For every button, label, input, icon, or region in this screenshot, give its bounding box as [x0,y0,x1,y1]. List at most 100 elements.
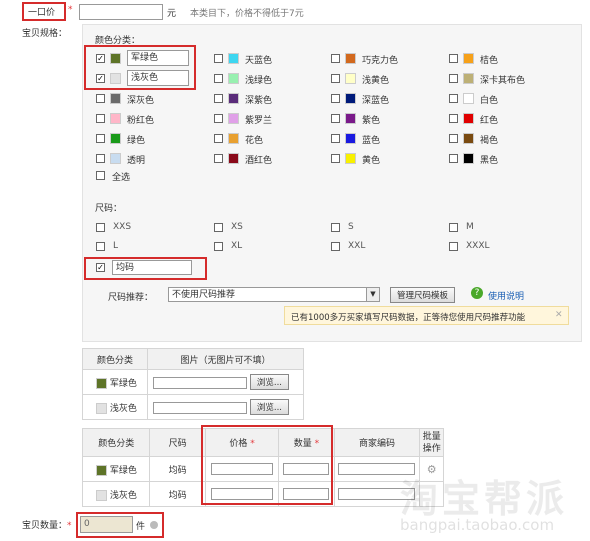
sku-header-merchant-code: 商家编码 [333,428,421,457]
sku-header-color: 颜色分类 [81,428,151,457]
select-all-checkbox[interactable] [96,171,105,180]
size-label: XXXL [466,241,490,251]
file-path-input[interactable] [153,401,247,414]
quantity-label: 宝贝数量：* [22,521,72,531]
color-checkbox[interactable] [96,114,105,123]
color-swatch [463,93,474,104]
sku-header-batch: 批量操作 [419,428,444,457]
chevron-down-icon[interactable]: ▼ [366,288,379,301]
color-label: 蓝色 [362,136,381,146]
color-swatch [345,53,356,64]
color-checkbox[interactable] [214,74,223,83]
color-checkbox[interactable] [449,134,458,143]
color-label: 粉红色 [127,116,155,126]
size-recommend-label: 尺码推荐： [108,293,154,303]
color-checkbox[interactable] [449,94,458,103]
color-checkbox[interactable] [331,54,340,63]
color-checkbox[interactable] [331,134,340,143]
color-label: 透明 [127,156,146,166]
color-checkbox[interactable] [214,114,223,123]
color-swatch [345,73,356,84]
price-unit: 元 [167,9,177,19]
price-quantity-highlight [201,425,333,505]
size-recommend-value: 不使用尺码推荐 [172,290,236,300]
size-checkbox[interactable] [96,242,105,251]
one-size-checkbox[interactable]: ✓ [96,263,105,272]
color-swatch [110,93,121,104]
color-checkbox[interactable] [449,114,458,123]
color-checkbox[interactable] [214,54,223,63]
color-swatch [463,113,474,124]
sku-row-size: 均码 [149,456,206,482]
size-label: XL [231,241,243,251]
color-swatch [345,153,356,164]
color-swatch [228,93,239,104]
size-label: S [348,222,354,232]
price-input[interactable] [79,4,163,20]
color-checkbox[interactable] [331,74,340,83]
manage-size-template-button[interactable]: 管理尺码模板 [390,287,456,303]
size-checkbox[interactable] [214,223,223,232]
color-swatch [228,133,239,144]
image-row-upload: 浏览... [147,394,304,420]
color-swatch [110,113,121,124]
file-path-input[interactable] [153,376,247,389]
watermark-logo: 淘宝帮派 [400,477,569,521]
color-checkbox[interactable] [214,94,223,103]
price-label: 一口价 [28,8,56,18]
watermark-url: bangpai.taobao.com [400,516,555,534]
color-label: 白色 [480,96,499,106]
image-header-picture: 图片（无图片可不填） [147,348,304,370]
image-header-color: 颜色分类 [82,348,148,370]
color-name: 军绿色 [109,465,137,476]
color-swatch [96,489,107,501]
size-label: L [113,241,119,251]
price-hint: 本类目下，价格不得低于7元 [190,9,304,19]
image-table-header: 颜色分类 图片（无图片可不填） [82,348,304,370]
browse-button[interactable]: 浏览... [249,374,289,390]
color-checkbox[interactable] [331,154,340,163]
color-checkbox[interactable] [449,74,458,83]
size-checkbox[interactable] [449,242,458,251]
color-checkbox[interactable] [96,134,105,143]
color-label: 浅黄色 [362,76,390,86]
size-checkbox[interactable] [449,223,458,232]
size-checkbox[interactable] [96,223,105,232]
sku-row-color: 浅灰色 [81,481,151,507]
color-label: 花色 [245,136,264,146]
color-label: 巧克力色 [362,56,399,66]
color-swatch [463,73,474,84]
size-checkbox[interactable] [331,223,340,232]
quantity-input[interactable]: 0 [80,516,133,533]
size-checkbox[interactable] [331,242,340,251]
size-recommend-select[interactable]: 不使用尺码推荐 ▼ [168,287,380,302]
color-checkbox[interactable] [449,154,458,163]
color-name: 浅灰色 [109,403,137,414]
color-name: 浅灰色 [109,490,137,501]
color-label: 深灰色 [127,96,155,106]
color-checkbox[interactable] [96,94,105,103]
color-label: 黑色 [480,156,499,166]
color-checkbox[interactable] [331,114,340,123]
color-label: 深蓝色 [362,96,390,106]
size-label: XXS [113,222,132,232]
browse-button[interactable]: 浏览... [249,399,289,415]
quantity-unit: 件 [136,522,146,532]
close-icon[interactable]: ✕ [555,310,563,320]
color-checkbox[interactable] [214,134,223,143]
selected-colors-highlight [84,45,196,90]
color-checkbox[interactable] [214,154,223,163]
color-checkbox[interactable] [96,154,105,163]
color-swatch [345,113,356,124]
color-checkbox[interactable] [331,94,340,103]
help-link[interactable]: 使用说明 [488,289,524,302]
spec-label: 宝贝规格： [22,29,68,39]
size-checkbox[interactable] [214,242,223,251]
one-size-input[interactable]: 均码 [112,260,192,275]
color-label: 深卡其布色 [480,76,526,86]
table-row: 浅灰色 浏览... [82,394,304,420]
color-label: 浅绿色 [245,76,273,86]
help-icon: ? [471,287,483,299]
color-checkbox[interactable] [449,54,458,63]
color-label: 红色 [480,116,499,126]
